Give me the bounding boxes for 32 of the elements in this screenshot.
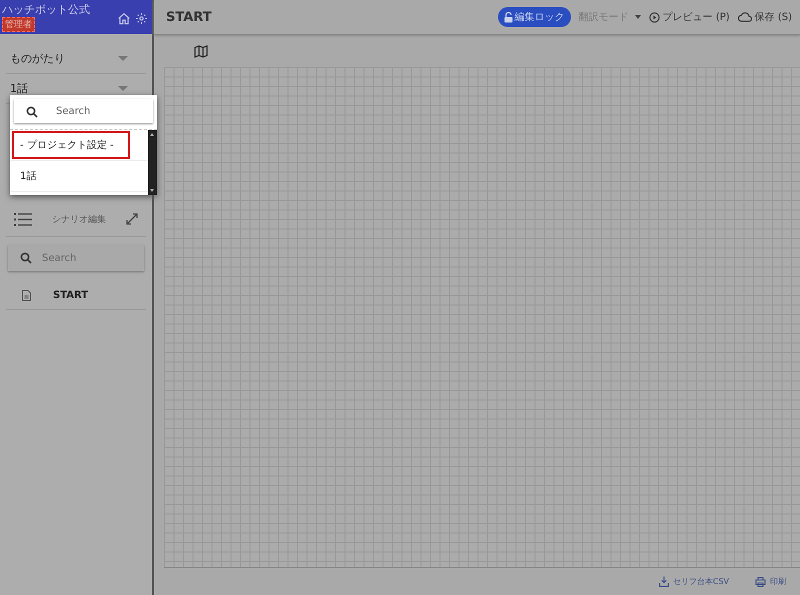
download-icon: [658, 576, 669, 587]
select-field[interactable]: ものがたり: [6, 44, 146, 74]
map-icon[interactable]: [194, 44, 208, 58]
search-field[interactable]: Search: [8, 245, 144, 271]
expand-icon[interactable]: [126, 213, 138, 225]
caret-icon: [634, 15, 641, 19]
scrollbar[interactable]: [148, 130, 157, 195]
printer-icon: [755, 576, 766, 586]
csv-export-button[interactable]: セリフ台本CSV: [658, 576, 729, 587]
cloud-icon: [738, 12, 752, 22]
home-icon[interactable]: [117, 12, 131, 26]
search-field[interactable]: Search: [14, 99, 153, 123]
play-icon: [648, 12, 660, 22]
dropdown-option[interactable]: - プロジェクト設定 -: [12, 131, 130, 159]
document-icon: [22, 290, 31, 300]
settings-icon[interactable]: [135, 12, 148, 25]
role-badge: 管理者: [2, 17, 35, 32]
list-icon: [14, 212, 32, 226]
print-button[interactable]: 印刷: [755, 576, 786, 587]
scene-item[interactable]: START: [6, 281, 146, 310]
dropdown-option[interactable]: 1話: [12, 162, 44, 190]
scene-label: START: [53, 290, 88, 300]
save-button[interactable]: 保存 (S): [738, 10, 792, 24]
caret-icon: [118, 56, 128, 61]
lock-icon: [504, 12, 513, 22]
section-label: シナリオ編集: [51, 214, 107, 226]
search-icon: [20, 252, 32, 264]
page-title: START: [166, 10, 212, 24]
preview-button[interactable]: プレビュー (P): [648, 10, 730, 24]
app-title: ハッチボット公式: [2, 2, 90, 17]
edit-lock-button[interactable]: 編集ロック: [498, 7, 571, 27]
search-icon: [26, 106, 38, 118]
